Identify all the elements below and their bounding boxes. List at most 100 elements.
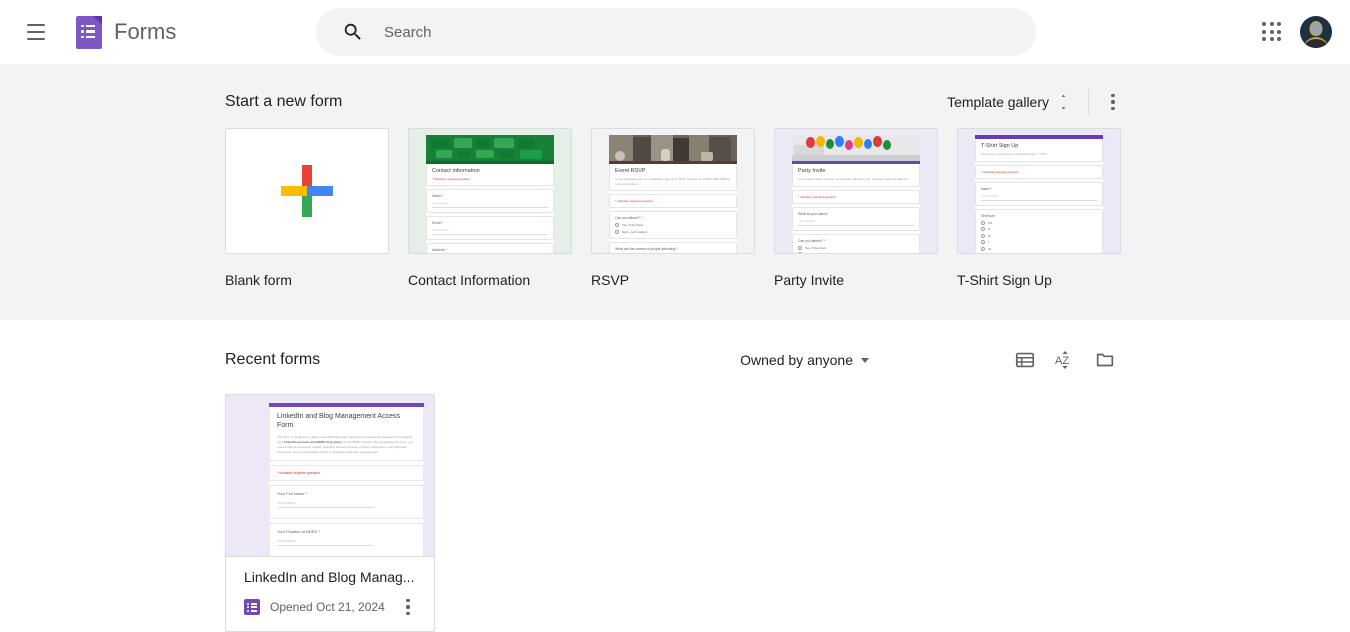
answer-placeholder: Your answer — [277, 539, 375, 546]
owner-filter-dropdown[interactable]: Owned by anyone — [732, 346, 877, 374]
forms-file-icon — [244, 599, 260, 615]
hamburger-menu-icon[interactable] — [24, 20, 48, 44]
question-label: Name * — [981, 186, 993, 191]
template-form-title: Contact information — [432, 168, 480, 174]
template-card-contact-information[interactable]: Contact information * Indicates required… — [408, 128, 572, 288]
template-label: Party Invite — [774, 272, 845, 288]
template-thumbnail[interactable]: Party Invite Lorem ipsum dolor sit amet,… — [774, 128, 938, 254]
recent-forms-section: Recent forms Owned by anyone AZ LinkedIn… — [0, 320, 1350, 632]
question-label: What is your name? — [798, 211, 829, 216]
open-folder-icon[interactable] — [1085, 340, 1125, 380]
option-label: Yes, I'll be there — [622, 223, 644, 227]
more-vertical-icon[interactable] — [1101, 90, 1125, 114]
answer-placeholder: Your answer — [432, 201, 548, 208]
template-form-title: Party Invite — [798, 168, 826, 174]
divider — [1088, 89, 1089, 115]
required-note: * Indicates required question — [277, 470, 320, 475]
google-forms-logo-icon — [76, 15, 102, 49]
page-title: Forms — [114, 19, 177, 44]
start-new-form-header: Start a new form Template gallery — [225, 82, 1125, 122]
sort-az-icon[interactable]: AZ — [1045, 340, 1085, 380]
radio-icon — [981, 220, 985, 225]
balloons-photo-banner — [792, 135, 920, 161]
radio-icon — [798, 252, 802, 253]
template-label: Contact Information — [408, 272, 531, 288]
template-card-blank-form[interactable]: Blank form — [225, 128, 389, 288]
template-card-t-shirt-sign-up[interactable]: T-Shirt Sign Up Order your custom team t… — [957, 128, 1121, 288]
recent-forms-grid: LinkedIn and Blog Management Access Form… — [225, 394, 1125, 632]
template-thumbnail[interactable] — [225, 128, 389, 254]
template-form-title: T-Shirt Sign Up — [981, 143, 1019, 149]
required-note: * Indicates required question — [615, 199, 654, 203]
template-form-title: Event RSVP — [615, 168, 646, 174]
answer-placeholder: Your answer — [615, 254, 731, 255]
radio-icon — [981, 227, 985, 231]
question-label: Can you attend? * — [798, 238, 826, 243]
option-label: S — [988, 227, 991, 231]
question-label: Email * — [432, 221, 443, 225]
template-card-party-invite[interactable]: Party Invite Lorem ipsum dolor sit amet,… — [774, 128, 938, 288]
template-thumbnail[interactable]: Event RSVP Come celebrate with us on Sat… — [591, 128, 755, 254]
question-label: Your Full Name * — [277, 490, 308, 496]
question-label: Address * — [432, 248, 447, 252]
chevron-up-down-icon — [1059, 92, 1068, 112]
answer-placeholder: Your answer — [432, 228, 548, 235]
template-gallery-label: Template gallery — [947, 94, 1049, 110]
template-thumbnail[interactable]: T-Shirt Sign Up Order your custom team t… — [957, 128, 1121, 254]
recent-form-card[interactable]: LinkedIn and Blog Management Access Form… — [225, 394, 435, 632]
header-actions — [1260, 0, 1332, 64]
answer-placeholder: Your answer — [798, 219, 914, 226]
option-label: M — [988, 233, 991, 238]
search-input[interactable] — [382, 22, 982, 42]
avatar[interactable] — [1300, 16, 1332, 48]
question-label: Name * — [432, 194, 444, 198]
recent-forms-header: Recent forms Owned by anyone AZ — [225, 336, 1125, 384]
list-view-icon[interactable] — [1005, 340, 1045, 380]
radio-icon — [615, 229, 619, 234]
option-label: L — [988, 240, 990, 244]
template-form-description: Order your custom team t-shirt sizes her… — [981, 152, 1047, 156]
plus-icon — [281, 165, 333, 217]
option-label: Sorry, can't make it — [805, 252, 831, 254]
form-preview-title: LinkedIn and Blog Management Access Form — [277, 413, 400, 430]
search-icon — [344, 23, 361, 40]
question-label: What are the names of people attending? — [615, 246, 678, 251]
template-card-rsvp[interactable]: Event RSVP Come celebrate with us on Sat… — [591, 128, 755, 288]
template-form-description: Come celebrate with us on Saturday, May … — [615, 177, 731, 186]
template-label: Blank form — [225, 272, 292, 288]
more-vertical-icon[interactable] — [396, 595, 420, 619]
template-thumbnail[interactable]: Contact information * Indicates required… — [408, 128, 572, 254]
recent-form-footer: LinkedIn and Blog Manag... Opened Oct 21… — [225, 556, 435, 632]
answer-placeholder: Your answer — [981, 194, 1097, 201]
required-note: * Indicates required question — [798, 194, 837, 199]
svg-text:AZ: AZ — [1055, 355, 1069, 367]
required-note: * Indicates required question — [981, 169, 1020, 174]
question-label: Your Position at NDRC * — [277, 528, 321, 534]
caret-down-icon — [861, 357, 869, 363]
form-preview-description: This form is designed to gather essentia… — [277, 434, 414, 454]
option-label: XS — [988, 220, 993, 225]
event-photo-banner — [609, 135, 737, 161]
option-label: Sorry, can't make it — [622, 229, 648, 234]
option-label: XL — [988, 246, 992, 251]
template-gallery-row: Blank form Contact information * Indicat… — [225, 128, 1125, 288]
radio-icon — [615, 223, 619, 227]
template-form-description: Lorem ipsum dolor sit amet, consectetur … — [798, 177, 909, 181]
template-gallery-button[interactable]: Template gallery — [939, 86, 1076, 118]
recent-form-name: LinkedIn and Blog Manag... — [244, 569, 415, 585]
answer-placeholder: Your answer — [277, 501, 375, 508]
template-label: RSVP — [591, 272, 630, 288]
radio-icon — [981, 240, 985, 244]
radio-icon — [798, 245, 802, 250]
question-label: Can you attend? * — [615, 216, 643, 220]
search-bar[interactable] — [316, 8, 1036, 56]
app-header: Forms — [0, 0, 1350, 64]
template-label: T-Shirt Sign Up — [957, 272, 1052, 288]
required-note: * Indicates required question — [432, 177, 471, 181]
question-label: Shirt size — [981, 213, 995, 218]
recent-form-thumbnail[interactable]: LinkedIn and Blog Management Access Form… — [225, 394, 435, 556]
recent-form-date: Opened Oct 21, 2024 — [270, 600, 385, 614]
start-new-form-section: Start a new form Template gallery Blank … — [0, 64, 1350, 320]
radio-icon — [981, 246, 985, 251]
google-apps-grid-icon[interactable] — [1260, 20, 1284, 44]
